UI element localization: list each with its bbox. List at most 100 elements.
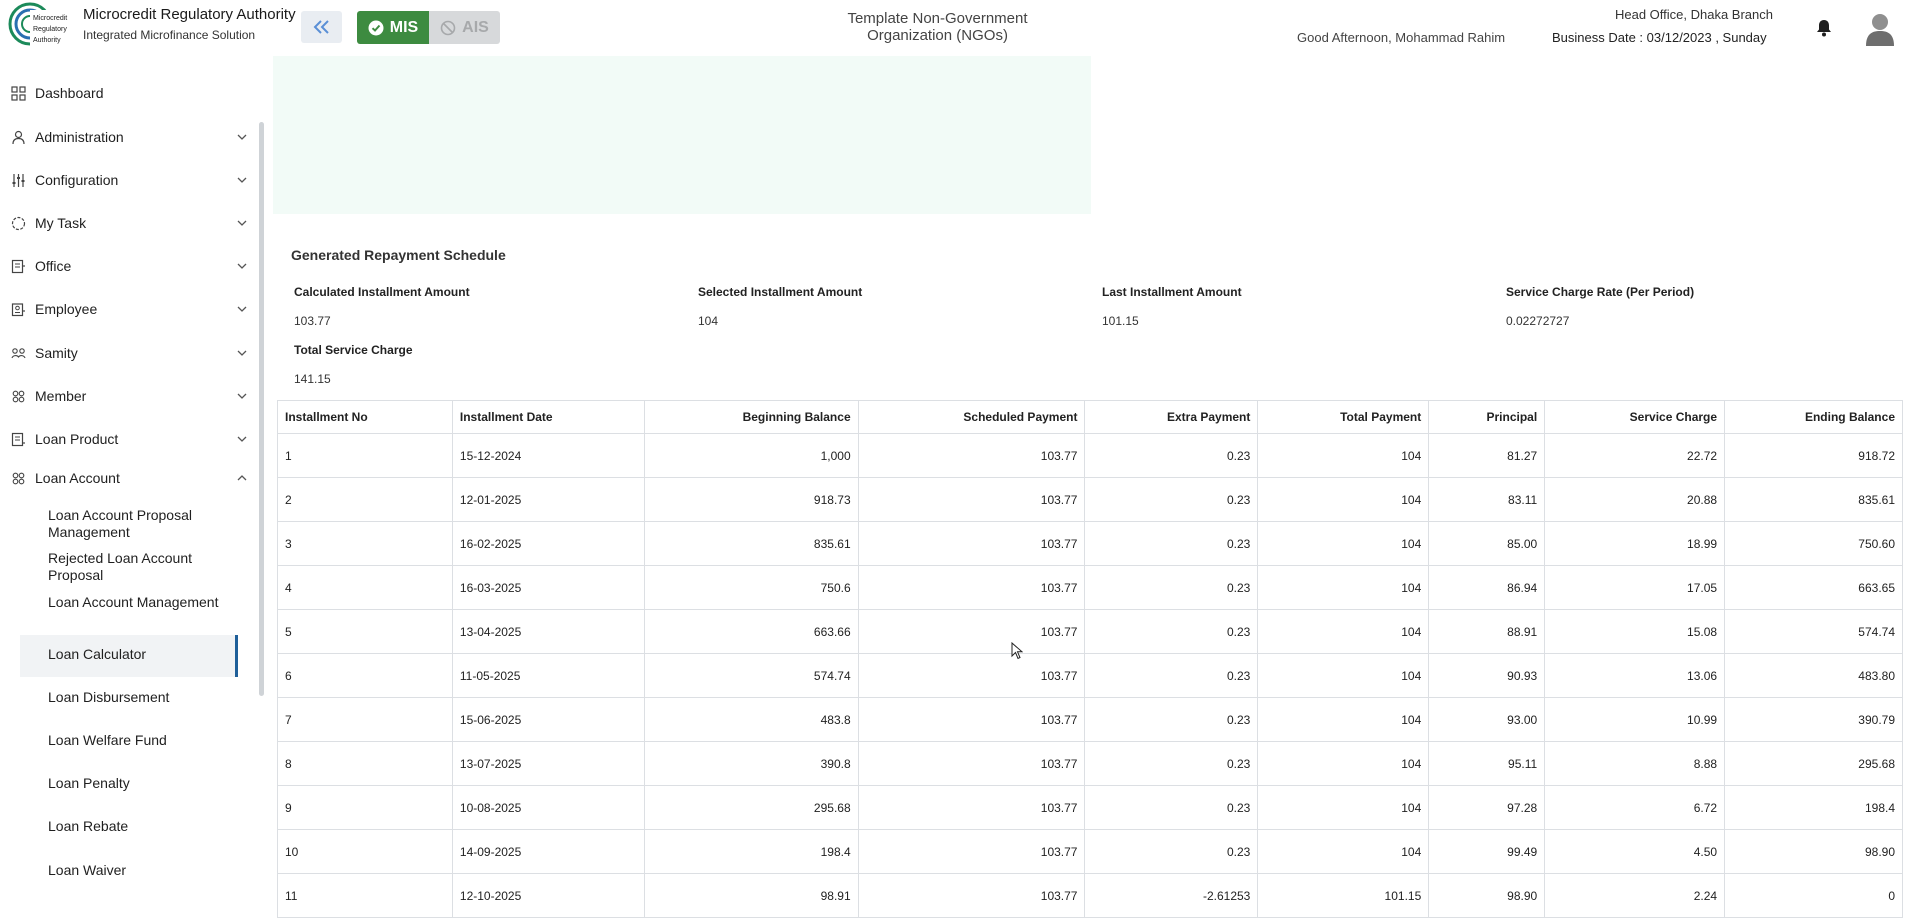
cell-principal: 99.49 [1428, 829, 1546, 874]
table-row: 11 12-10-2025 98.91 103.77 -2.61253 101.15 98.… [277, 873, 1903, 918]
cell-ending-balance: 390.79 [1724, 697, 1903, 742]
cell-service-charge: 15.08 [1544, 609, 1726, 654]
sidebar-subitem-loan-waiver[interactable]: Loan Waiver [48, 862, 248, 879]
cell-ending-balance: 295.68 [1724, 741, 1903, 786]
cell-beginning-balance: 390.8 [643, 741, 859, 786]
double-chevron-left-icon [313, 20, 329, 34]
cell-ending-balance: 198.4 [1724, 785, 1903, 830]
logo-text-1: Microcredit [33, 15, 67, 22]
sidebar-subitem-loan-calculator[interactable]: Loan Calculator [48, 646, 248, 663]
cell-scheduled-payment: 103.77 [857, 521, 1086, 566]
cell-extra-payment: 0.23 [1084, 433, 1259, 478]
cell-extra-payment: 0.23 [1084, 741, 1259, 786]
sidebar-item-office[interactable]: Office [0, 248, 256, 284]
cell-scheduled-payment: 103.77 [857, 433, 1086, 478]
cell-scheduled-payment: 103.77 [857, 477, 1086, 522]
sidebar-item-dashboard[interactable]: Dashboard [0, 75, 256, 111]
sidebar-item-employee[interactable]: Employee [0, 291, 256, 327]
sidebar-subitem-loan-disbursement[interactable]: Loan Disbursement [48, 689, 248, 706]
notification-bell-icon[interactable] [1814, 18, 1834, 38]
table-row: 1 15-12-2024 1,000 103.77 0.23 104 81.27 22.72 9… [277, 433, 1903, 478]
sidebar-subitem-proposal-management[interactable]: Loan Account Proposal Management [48, 507, 248, 541]
cell-service-charge: 22.72 [1544, 433, 1726, 478]
table-row: 6 11-05-2025 574.74 103.77 0.23 104 90.93 13.06… [277, 653, 1903, 698]
samity-icon [11, 347, 26, 358]
sidebar-subitem-loan-penalty[interactable]: Loan Penalty [48, 775, 248, 792]
cell-beginning-balance: 295.68 [643, 785, 859, 830]
cell-total-payment: 104 [1257, 565, 1430, 610]
sidebar-scrollbar[interactable] [259, 122, 264, 696]
table-row: 2 12-01-2025 918.73 103.77 0.23 104 83.11 20.88… [277, 477, 1903, 522]
sidebar-item-label: Dashboard [35, 85, 104, 101]
sidebar-item-member[interactable]: Member [0, 378, 256, 414]
selected-installment-label: Selected Installment Amount [698, 285, 863, 299]
sidebar-subitem-account-management[interactable]: Loan Account Management [48, 594, 248, 611]
sidebar-item-label: Administration [35, 129, 124, 145]
sidebar-item-label: My Task [35, 215, 87, 231]
cell-total-payment: 104 [1257, 697, 1430, 742]
cell-scheduled-payment: 103.77 [857, 785, 1086, 830]
chevron-down-icon [237, 134, 247, 140]
sidebar-item-label: Configuration [35, 172, 119, 188]
sliders-icon [12, 173, 25, 187]
sidebar-item-my-task[interactable]: My Task [0, 205, 256, 241]
cell-installment-date: 15-12-2024 [451, 433, 645, 478]
cell-installment-date: 13-04-2025 [451, 609, 645, 654]
sidebar-item-samity[interactable]: Samity [0, 335, 256, 371]
cell-principal: 97.28 [1428, 785, 1546, 830]
cell-ending-balance: 918.72 [1724, 433, 1903, 478]
cell-installment-no: 10 [277, 829, 453, 874]
sidebar-item-label: Employee [35, 301, 98, 317]
cell-beginning-balance: 198.4 [643, 829, 859, 874]
cell-scheduled-payment: 103.77 [857, 741, 1086, 786]
cell-beginning-balance: 918.73 [643, 477, 859, 522]
cell-scheduled-payment: 103.77 [857, 873, 1086, 918]
col-extra-payment: Extra Payment [1084, 400, 1259, 434]
cell-service-charge: 10.99 [1544, 697, 1726, 742]
col-ending-balance: Ending Balance [1724, 400, 1903, 434]
table-row: 4 16-03-2025 750.6 103.77 0.23 104 86.94 17.05 6… [277, 565, 1903, 610]
business-date: Business Date : 03/12/2023 , Sunday [1552, 30, 1767, 45]
table-row: 5 13-04-2025 663.66 103.77 0.23 104 88.91 15.08… [277, 609, 1903, 654]
cell-beginning-balance: 1,000 [643, 433, 859, 478]
sidebar-item-configuration[interactable]: Configuration [0, 162, 256, 198]
cell-installment-date: 12-01-2025 [451, 477, 645, 522]
last-installment-label: Last Installment Amount [1102, 285, 1242, 299]
sidebar-subitem-rejected-proposal[interactable]: Rejected Loan Account Proposal [48, 550, 248, 584]
user-avatar-icon[interactable] [1864, 12, 1896, 46]
cell-scheduled-payment: 103.77 [857, 565, 1086, 610]
chevron-down-icon [237, 220, 247, 226]
user-greeting: Good Afternoon, Mohammad Rahim [1297, 30, 1506, 45]
table-row: 3 16-02-2025 835.61 103.77 0.23 104 85.00 18.99… [277, 521, 1903, 566]
cell-installment-date: 16-03-2025 [451, 565, 645, 610]
cell-extra-payment: 0.23 [1084, 785, 1259, 830]
cell-installment-date: 13-07-2025 [451, 741, 645, 786]
info-panel [273, 56, 1091, 214]
sidebar-subitem-loan-rebate[interactable]: Loan Rebate [48, 818, 248, 835]
cell-extra-payment: 0.23 [1084, 609, 1259, 654]
calculated-installment-label: Calculated Installment Amount [294, 285, 470, 299]
logo-text-2: Regulatory [33, 26, 67, 33]
sidebar-item-label: Loan Account [35, 470, 120, 486]
ais-toggle-button[interactable]: AIS [429, 11, 500, 44]
cell-total-payment: 104 [1257, 829, 1430, 874]
col-scheduled-payment: Scheduled Payment [857, 400, 1086, 434]
loan-product-icon [11, 432, 25, 446]
chevron-down-icon [237, 177, 247, 183]
cell-scheduled-payment: 103.77 [857, 609, 1086, 654]
sidebar-item-administration[interactable]: Administration [0, 119, 256, 155]
sidebar-subitem-loan-welfare-fund[interactable]: Loan Welfare Fund [48, 732, 248, 749]
cell-beginning-balance: 750.6 [643, 565, 859, 610]
sidebar-item-label: Member [35, 388, 87, 404]
sidebar-item-loan-product[interactable]: Loan Product [0, 421, 256, 457]
collapse-sidebar-button[interactable] [301, 11, 342, 43]
mis-toggle-button[interactable]: MIS [357, 11, 429, 44]
sidebar-item-loan-account[interactable]: Loan Account [0, 460, 256, 496]
cell-service-charge: 4.50 [1544, 829, 1726, 874]
table-row: 9 10-08-2025 295.68 103.77 0.23 104 97.28 6.72 1… [277, 785, 1903, 830]
cell-total-payment: 101.15 [1257, 873, 1430, 918]
chevron-down-icon [237, 350, 247, 356]
app-header: Microcredit Regulatory Authority Microcr… [0, 0, 1907, 56]
check-circle-icon [368, 20, 384, 35]
cell-principal: 83.11 [1428, 477, 1546, 522]
